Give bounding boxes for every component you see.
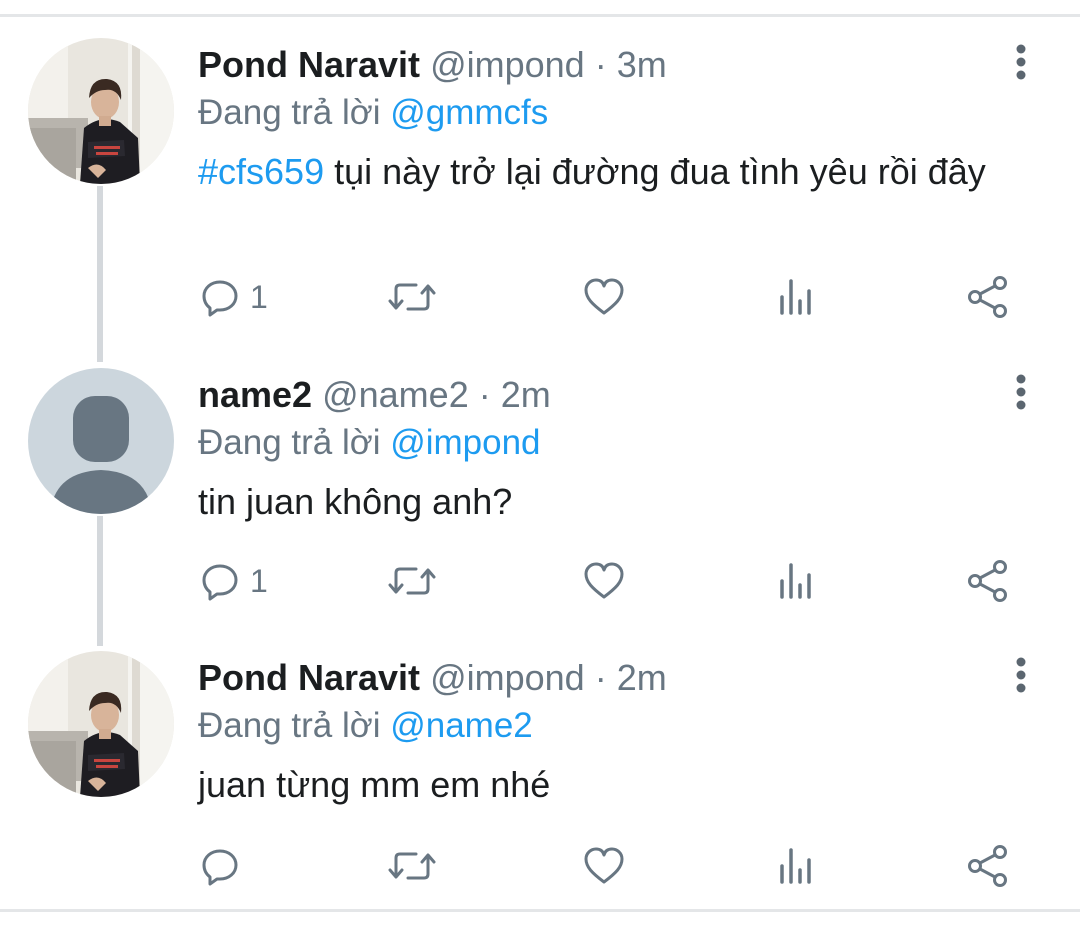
replying-to: Đang trả lời @name2 (198, 703, 533, 749)
reply-icon (200, 277, 240, 317)
like-button[interactable] (582, 272, 626, 322)
timestamp[interactable]: 2m (617, 657, 667, 698)
replying-to-handle[interactable]: @name2 (390, 706, 533, 745)
replying-to: Đang trả lời @impond (198, 420, 541, 466)
separator-dot: · (478, 374, 491, 415)
timestamp[interactable]: 2m (501, 374, 551, 415)
top-divider (0, 14, 1080, 17)
share-icon (966, 275, 1010, 319)
tweet-text: tin juan không anh? (198, 480, 1018, 524)
tweet-header: Pond Naravit @impond · 3m (198, 42, 667, 88)
separator-dot: · (594, 657, 607, 698)
user-handle[interactable]: @name2 (322, 374, 469, 415)
display-name[interactable]: Pond Naravit (198, 44, 420, 85)
replying-to: Đang trả lời @gmmcfs (198, 90, 548, 136)
tweet-actions: 1 (198, 272, 1028, 322)
more-vertical-icon[interactable] (1004, 655, 1038, 695)
separator-dot: · (594, 44, 607, 85)
bottom-divider (0, 909, 1080, 912)
tweet-actions: 1 (198, 556, 1028, 606)
retweet-icon (386, 846, 438, 886)
more-vertical-icon[interactable] (1004, 42, 1038, 82)
analytics-icon (776, 277, 816, 317)
tweet-body: tụi này trở lại đường đua tình yêu rồi đ… (324, 151, 986, 192)
tweet[interactable]: Pond Naravit @impond · 2m Đang trả lời @… (0, 651, 1080, 901)
avatar[interactable] (28, 651, 174, 797)
analytics-icon (776, 846, 816, 886)
reply-count: 1 (250, 563, 268, 599)
share-icon (966, 844, 1010, 888)
display-name[interactable]: Pond Naravit (198, 657, 420, 698)
share-button[interactable] (966, 556, 1010, 606)
retweet-button[interactable] (386, 841, 438, 891)
analytics-button[interactable] (776, 272, 816, 322)
user-handle[interactable]: @impond (430, 44, 585, 85)
replying-prefix: Đang trả lời (198, 93, 381, 132)
more-vertical-icon[interactable] (1004, 372, 1038, 412)
replying-prefix: Đang trả lời (198, 706, 381, 745)
replying-prefix: Đang trả lời (198, 423, 381, 462)
tweet-text: juan từng mm em nhé (198, 763, 1018, 807)
avatar[interactable] (28, 38, 174, 184)
display-name[interactable]: name2 (198, 374, 312, 415)
replying-to-handle[interactable]: @gmmcfs (390, 93, 548, 132)
share-icon (966, 559, 1010, 603)
tweet-body: tin juan không anh? (198, 481, 513, 522)
reply-count: 1 (250, 279, 268, 315)
analytics-button[interactable] (776, 556, 816, 606)
heart-icon (582, 561, 626, 601)
tweet-body: juan từng mm em nhé (198, 764, 551, 805)
reply-button[interactable]: 1 (200, 272, 268, 322)
like-button[interactable] (582, 556, 626, 606)
analytics-icon (776, 561, 816, 601)
hashtag-link[interactable]: #cfs659 (198, 151, 324, 192)
timestamp[interactable]: 3m (617, 44, 667, 85)
share-button[interactable] (966, 272, 1010, 322)
share-button[interactable] (966, 841, 1010, 891)
reply-icon (200, 846, 240, 886)
default-avatar[interactable] (28, 368, 174, 514)
user-handle[interactable]: @impond (430, 657, 585, 698)
tweet[interactable]: name2 @name2 · 2m Đang trả lời @impond t… (0, 368, 1080, 628)
reply-button[interactable] (200, 841, 250, 891)
reply-icon (200, 561, 240, 601)
tweet-header: name2 @name2 · 2m (198, 372, 551, 418)
retweet-button[interactable] (386, 272, 438, 322)
like-button[interactable] (582, 841, 626, 891)
tweet[interactable]: Pond Naravit @impond · 3m Đang trả lời @… (0, 38, 1080, 328)
analytics-button[interactable] (776, 841, 816, 891)
reply-button[interactable]: 1 (200, 556, 268, 606)
retweet-button[interactable] (386, 556, 438, 606)
retweet-icon (386, 561, 438, 601)
retweet-icon (386, 277, 438, 317)
heart-icon (582, 846, 626, 886)
tweet-text: #cfs659 tụi này trở lại đường đua tình y… (198, 150, 1018, 194)
replying-to-handle[interactable]: @impond (390, 423, 540, 462)
tweet-actions (198, 841, 1028, 891)
heart-icon (582, 277, 626, 317)
tweet-header: Pond Naravit @impond · 2m (198, 655, 667, 701)
